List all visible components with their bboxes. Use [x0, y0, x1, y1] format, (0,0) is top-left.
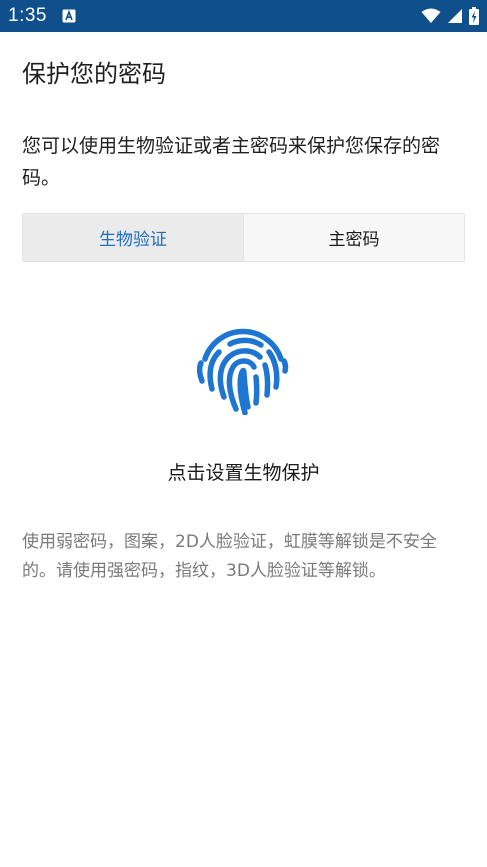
page-description: 您可以使用生物验证或者主密码来保护您保存的密码。 — [22, 135, 441, 189]
tab-master-password[interactable]: 主密码 — [243, 214, 464, 261]
setup-biometric-link[interactable]: 点击设置生物保护 — [0, 458, 487, 485]
status-icons — [421, 6, 479, 26]
status-bar: 1:35 — [0, 0, 487, 32]
signal-icon — [448, 9, 462, 23]
status-time: 1:35 — [8, 5, 47, 26]
page-title: 保护您的密码 — [22, 60, 166, 88]
wifi-icon — [421, 8, 441, 23]
battery-charging-icon — [469, 7, 479, 25]
security-warning-text: 使用弱密码，图案，2D人脸验证，虹膜等解锁是不安全的。请使用强密码，指纹，3D人… — [22, 532, 437, 581]
tab-biometric[interactable]: 生物验证 — [23, 214, 243, 261]
protection-method-tabs: 生物验证 主密码 — [22, 213, 465, 262]
app-notification-icon — [62, 9, 76, 23]
fingerprint-icon[interactable] — [197, 323, 289, 415]
